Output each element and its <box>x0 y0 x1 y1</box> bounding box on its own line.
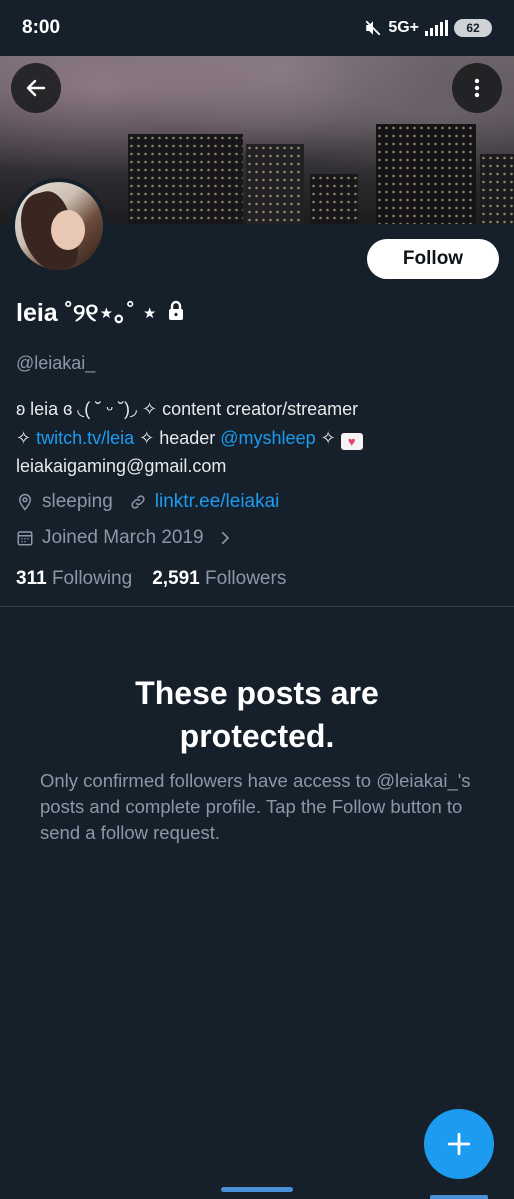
more-vertical-icon <box>474 78 480 98</box>
status-icons: 5G+ 62 <box>364 19 492 37</box>
protected-title-line: These posts are <box>135 675 379 711</box>
plus-icon <box>447 1132 471 1156</box>
heart-letter-icon: ♥ <box>340 432 363 450</box>
location-icon <box>18 493 32 511</box>
bio-text: ✧ header <box>134 427 221 448</box>
divider <box>0 606 514 607</box>
protected-title-line: protected. <box>179 718 335 754</box>
following-count: 311 <box>16 568 47 589</box>
battery-level: 62 <box>466 21 480 35</box>
status-bar: 8:00 5G+ 62 <box>0 0 514 56</box>
calendar-icon <box>17 531 33 546</box>
profile-bio: ʚ leia ɞ ◟( ˘ ᵕ ˘)◞ ✧ content creator/st… <box>16 395 506 481</box>
joined-row[interactable]: Joined March 2019 <box>16 527 234 549</box>
status-time: 8:00 <box>22 17 61 38</box>
banner-building <box>376 124 476 224</box>
profile-handle: @leiakai_ <box>16 353 96 373</box>
follow-stats: 311 Following 2,591 Followers <box>16 568 286 590</box>
nav-edge-indicator <box>430 1195 488 1199</box>
followers-count: 2,591 <box>152 568 200 589</box>
banner-building <box>480 154 514 224</box>
network-label: 5G+ <box>388 19 419 36</box>
protected-body: Only confirmed followers have access to … <box>40 770 471 843</box>
link-icon <box>131 495 145 509</box>
banner-building <box>246 144 304 224</box>
bio-line-1: ʚ leia ɞ ◟( ˘ ᵕ ˘)◞ ✧ content creator/st… <box>16 399 359 419</box>
banner-building <box>128 134 243 224</box>
following-label: Following <box>51 568 133 589</box>
website-link[interactable]: linktr.ee/leiakai <box>155 491 280 513</box>
followers-link[interactable]: 2,591 Followers <box>152 568 286 590</box>
signal-icon <box>425 20 448 36</box>
avatar[interactable] <box>11 178 107 274</box>
profile-name-row: leia ˚୨୧⋆｡˚ ⋆ <box>16 293 186 329</box>
lock-icon <box>168 300 183 320</box>
follow-button[interactable]: Follow <box>367 239 499 279</box>
back-arrow-icon <box>26 79 46 97</box>
bio-line-3: leiakaigaming@gmail.com <box>16 456 227 476</box>
more-options-button[interactable] <box>452 63 502 113</box>
following-link[interactable]: 311 Following <box>16 568 132 590</box>
protected-title: These posts are protected. <box>0 672 514 758</box>
compose-button[interactable] <box>424 1109 494 1179</box>
banner-building <box>310 174 358 224</box>
back-button[interactable] <box>11 63 61 113</box>
avatar-face <box>51 210 85 250</box>
chevron-right-icon <box>221 531 229 545</box>
joined-text: Joined March 2019 <box>42 527 204 548</box>
mention-link[interactable]: @myshleep <box>220 428 315 448</box>
battery-icon: 62 <box>454 19 492 37</box>
home-indicator[interactable] <box>221 1187 293 1192</box>
profile-meta-row: sleeping linktr.ee/leiakai <box>16 491 279 513</box>
location-text: sleeping <box>42 491 113 512</box>
bio-text: ✧ <box>315 427 341 448</box>
twitch-link[interactable]: twitch.tv/leia <box>36 428 134 448</box>
mute-icon <box>365 20 381 36</box>
bio-text: ✧ <box>16 427 37 448</box>
followers-label: Followers <box>205 568 287 589</box>
display-name: leia ˚୨୧⋆｡˚ ⋆ <box>16 299 158 327</box>
bio-line-2: ✧ twitch.tv/leia ✧ header @myshleep ✧ ♥ <box>16 424 506 453</box>
